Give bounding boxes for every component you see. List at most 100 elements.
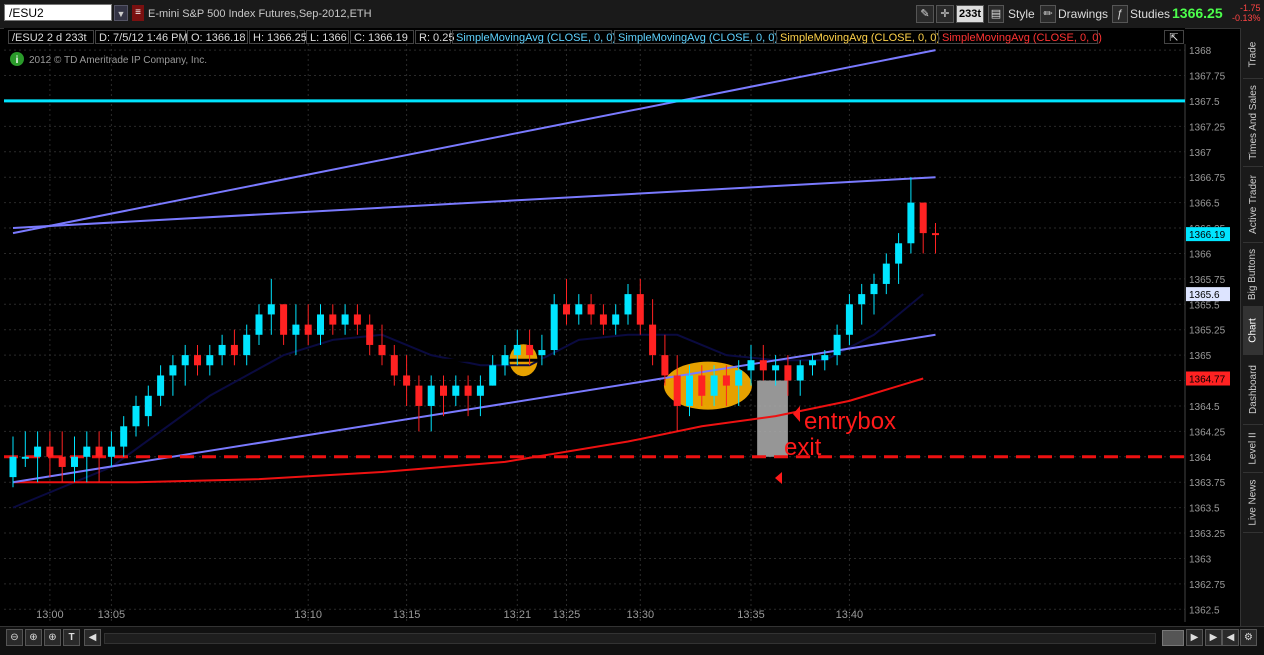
- sidebar-tab-label: Dashboard: [1247, 364, 1259, 414]
- style-icon[interactable]: ▤: [988, 5, 1004, 23]
- candle-body: [538, 350, 546, 356]
- price-tick-label: 1368: [1189, 46, 1212, 57]
- sidebar-tab-label: Big Buttons: [1247, 248, 1259, 300]
- candle-body: [243, 334, 251, 356]
- price-tick-label: 1367.25: [1189, 122, 1226, 133]
- scroll-right-icon[interactable]: ▶: [1186, 629, 1203, 646]
- candle-body: [686, 375, 693, 406]
- time-tick-label: 13:05: [98, 609, 126, 621]
- crosshair-icon[interactable]: ✛: [936, 5, 954, 23]
- scrollbar-thumb[interactable]: [1162, 630, 1184, 646]
- time-tick-label: 13:00: [36, 609, 64, 621]
- candle-body: [809, 360, 816, 366]
- exit-label: exit: [784, 434, 822, 461]
- price-chart[interactable]: 1368 1367.75 1367.5 1367.25 1367 1366.75 1366.…: [0, 26, 1240, 626]
- top-toolbar: /ESU2 ▼ ≡ E-mini S&P 500 Index Futures,S…: [0, 0, 1264, 29]
- candle-body: [612, 314, 620, 325]
- candle-body: [649, 324, 657, 356]
- zoom-fit-icon[interactable]: ⊕: [44, 629, 61, 646]
- price-tag-label: 1365.6: [1189, 290, 1220, 301]
- price-tick-label: 1363.25: [1189, 529, 1226, 540]
- sidebar-tab-dashboard[interactable]: Dashboard: [1243, 354, 1263, 425]
- price-tick-label: 1362.75: [1189, 580, 1226, 591]
- sidebar-tab-label: Live News: [1247, 478, 1259, 526]
- candle-body: [845, 304, 853, 335]
- price-tag-label: 1364.77: [1189, 374, 1226, 385]
- drawings-button[interactable]: Drawings: [1058, 5, 1108, 23]
- candle-body: [575, 304, 583, 315]
- price-change-value: -1.75: [1240, 3, 1261, 13]
- svg-text:i: i: [16, 55, 19, 66]
- info-icon[interactable]: i: [10, 52, 24, 66]
- sidebar-tab-trade[interactable]: Trade: [1243, 30, 1263, 79]
- candle-body: [107, 446, 115, 457]
- horizontal-scrollbar[interactable]: [104, 633, 1156, 644]
- candle-body: [747, 360, 755, 371]
- symbol-menu-icon[interactable]: ≡: [132, 5, 144, 21]
- price-change-pct: -0.13%: [1232, 13, 1261, 23]
- candle-body: [489, 365, 497, 386]
- zoom-out-icon[interactable]: ⊖: [6, 629, 23, 646]
- price-tick-label: 1364: [1189, 453, 1212, 464]
- candle-body: [120, 426, 128, 447]
- candle-body: [759, 360, 767, 371]
- candle-body: [415, 385, 423, 406]
- candle-body: [267, 304, 275, 315]
- time-tick-label: 13:21: [504, 609, 532, 621]
- price-tick-label: 1362.5: [1189, 605, 1220, 616]
- sidebar-tab-active-trader[interactable]: Active Trader: [1243, 166, 1263, 243]
- candle-body: [83, 446, 91, 457]
- copyright-text: 2012 © TD Ameritrade IP Company, Inc.: [29, 55, 207, 66]
- candle-body: [34, 446, 42, 457]
- collapse-left-icon[interactable]: ◀: [1222, 629, 1239, 646]
- candle-body: [895, 243, 903, 264]
- symbol-input[interactable]: /ESU2: [4, 4, 112, 21]
- symbol-dropdown-icon[interactable]: ▼: [114, 5, 128, 21]
- sidebar-tab-level-ii[interactable]: Level II: [1243, 424, 1263, 473]
- price-tick-label: 1366: [1189, 249, 1212, 260]
- candle-body: [230, 344, 238, 356]
- entrybox-label: entrybox: [804, 408, 896, 435]
- time-tick-label: 13:30: [627, 609, 655, 621]
- sidebar-tab-label: Trade: [1247, 41, 1259, 67]
- time-tick-label: 13:25: [553, 609, 581, 621]
- style-button[interactable]: Style: [1008, 5, 1035, 23]
- drawing-tools-icon[interactable]: ✎: [916, 5, 934, 23]
- time-tick-label: 13:15: [393, 609, 421, 621]
- price-tick-label: 1363.5: [1189, 504, 1220, 515]
- candle-body: [341, 314, 349, 325]
- price-tick-label: 1365.75: [1189, 275, 1226, 286]
- text-tool-icon[interactable]: T: [63, 629, 80, 646]
- price-tick-label: 1363.75: [1189, 478, 1226, 489]
- studies-icon[interactable]: ƒ: [1112, 5, 1128, 23]
- candle-body: [526, 344, 534, 356]
- candle-body: [587, 304, 595, 315]
- sidebar-tab-times-and-sales[interactable]: Times And Sales: [1243, 78, 1263, 167]
- candle-body: [71, 456, 78, 467]
- candle-body: [378, 344, 386, 356]
- aggregation-button[interactable]: 233t: [956, 5, 984, 23]
- symbol-description: E-mini S&P 500 Index Futures,Sep-2012,ET…: [148, 8, 372, 20]
- candle-body: [661, 355, 669, 376]
- studies-button[interactable]: Studies: [1130, 5, 1170, 23]
- sidebar-tab-label: Times And Sales: [1247, 84, 1259, 160]
- sidebar-tab-chart[interactable]: Chart: [1243, 306, 1263, 355]
- candle-body: [636, 294, 644, 325]
- last-price: 1366.25: [1172, 5, 1223, 21]
- zoom-in-icon[interactable]: ⊕: [25, 629, 42, 646]
- candle-body: [821, 355, 829, 361]
- candle-body: [95, 446, 103, 457]
- price-axis[interactable]: 1368 1367.75 1367.5 1367.25 1367 1366.75 1366.…: [1184, 44, 1226, 622]
- candle-body: [440, 385, 447, 396]
- pencil-icon[interactable]: ✏: [1040, 5, 1056, 23]
- candle-body: [550, 304, 558, 351]
- price-tick-label: 1366.5: [1189, 199, 1220, 210]
- candle-body: [919, 202, 927, 234]
- sidebar-tab-live-news[interactable]: Live News: [1243, 472, 1263, 533]
- sidebar-tab-big-buttons[interactable]: Big Buttons: [1243, 242, 1263, 307]
- scroll-left-icon[interactable]: ◀: [84, 629, 101, 646]
- expand-right-icon[interactable]: ▶: [1205, 629, 1222, 646]
- candle-body: [132, 405, 140, 427]
- chart-settings-icon[interactable]: ⚙: [1240, 629, 1257, 646]
- candle-body: [194, 355, 201, 366]
